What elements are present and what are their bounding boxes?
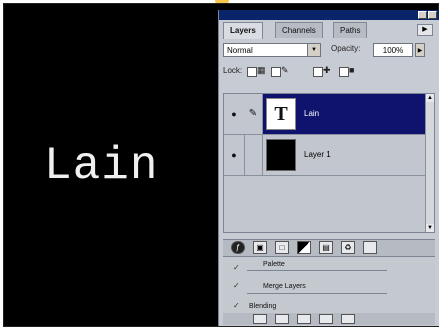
close-icon[interactable] — [428, 11, 437, 19]
menu-item-palette[interactable]: Palette — [263, 261, 285, 268]
add-mask-icon[interactable]: ▣ — [253, 241, 267, 254]
opacity-input[interactable]: 100% — [373, 43, 413, 57]
layer-thumbnail — [266, 139, 296, 171]
layer-style-icon[interactable]: ƒ — [231, 241, 245, 254]
check-icon: ✓ — [233, 263, 240, 272]
palette-titlebar[interactable] — [219, 10, 439, 20]
scroll-down-icon[interactable]: ▼ — [426, 224, 434, 232]
move-icon: ✚ — [323, 65, 331, 75]
layers-palette: Layers Channels Paths ▶ Normal ▼ Opacity… — [218, 10, 439, 326]
lock-all-checkbox[interactable] — [339, 67, 349, 77]
opacity-slider-arrow[interactable]: ▶ — [415, 43, 425, 57]
canvas-text-layer: Lain — [44, 140, 159, 192]
layer-name: Lain — [304, 109, 320, 118]
layer-row-lain[interactable]: ● ✎ T Lain — [224, 94, 434, 135]
chevron-down-icon: ▼ — [307, 44, 320, 56]
blend-mode-select[interactable]: Normal ▼ — [223, 43, 321, 57]
palette-menu: ✓ Palette ✓ Merge Layers ✓ Blending — [223, 257, 435, 313]
eye-icon[interactable]: ● — [224, 94, 245, 134]
lock-icon: ■ — [349, 65, 355, 75]
menu-divider — [247, 270, 387, 271]
brush-icon[interactable]: ✎ — [244, 94, 263, 134]
bottom-button-2[interactable] — [275, 314, 289, 324]
bottom-toolbar — [223, 313, 435, 325]
menu-item-blending[interactable]: Blending — [249, 303, 276, 310]
bottom-button-3[interactable] — [297, 314, 311, 324]
lock-position-checkbox[interactable] — [313, 67, 323, 77]
eye-icon[interactable]: ● — [224, 135, 245, 175]
bottom-button-1[interactable] — [253, 314, 267, 324]
lock-transparency-icon: ▦ — [257, 65, 266, 75]
bottom-button-5[interactable] — [341, 314, 355, 324]
delete-layer-icon[interactable]: ♻ — [341, 241, 355, 254]
minimize-icon[interactable] — [418, 11, 427, 19]
lock-transparency-checkbox[interactable] — [247, 67, 257, 77]
toolbar-extra-icon[interactable] — [363, 241, 377, 254]
menu-divider — [247, 293, 387, 294]
layer-row-layer-1[interactable]: ● Layer 1 — [224, 135, 434, 176]
check-icon: ✓ — [233, 301, 240, 310]
bottom-button-4[interactable] — [319, 314, 333, 324]
text-layer-thumbnail: T — [266, 98, 296, 130]
scroll-up-icon[interactable]: ▲ — [426, 94, 434, 102]
opacity-label: Opacity: — [331, 44, 361, 53]
menu-item-merge-layers[interactable]: Merge Layers — [263, 283, 306, 290]
new-set-icon[interactable]: □ — [275, 241, 289, 254]
photoshop-window: Lain Layers Channels Paths ▶ Normal ▼ Op… — [3, 3, 439, 327]
layers-list: ● ✎ T Lain ● Layer 1 ▲ ▼ — [223, 93, 435, 233]
blend-mode-value: Normal — [227, 46, 253, 55]
tab-layers[interactable]: Layers — [223, 22, 263, 39]
layers-toolbar: ƒ ▣ □ ▤ ♻ — [223, 239, 435, 257]
lock-image-checkbox[interactable] — [271, 67, 281, 77]
tab-paths[interactable]: Paths — [333, 22, 368, 38]
new-layer-icon[interactable]: ▤ — [319, 241, 333, 254]
check-icon: ✓ — [233, 281, 240, 290]
adjustment-layer-icon[interactable] — [297, 241, 311, 254]
tab-channels[interactable]: Channels — [275, 22, 323, 38]
lock-label: Lock: — [223, 66, 243, 75]
document-canvas[interactable]: Lain — [4, 4, 218, 326]
palette-menu-button[interactable]: ▶ — [417, 24, 433, 36]
lock-row: Lock: ▦ ✎ ✚ ■ — [223, 65, 435, 79]
layer-name: Layer 1 — [304, 150, 331, 159]
layers-scrollbar[interactable]: ▲ ▼ — [425, 94, 434, 232]
link-cell[interactable] — [244, 135, 263, 175]
palette-tabs: Layers Channels Paths ▶ — [219, 20, 439, 39]
blend-row: Normal ▼ Opacity: 100% ▶ — [223, 43, 435, 59]
brush-icon: ✎ — [281, 65, 289, 75]
